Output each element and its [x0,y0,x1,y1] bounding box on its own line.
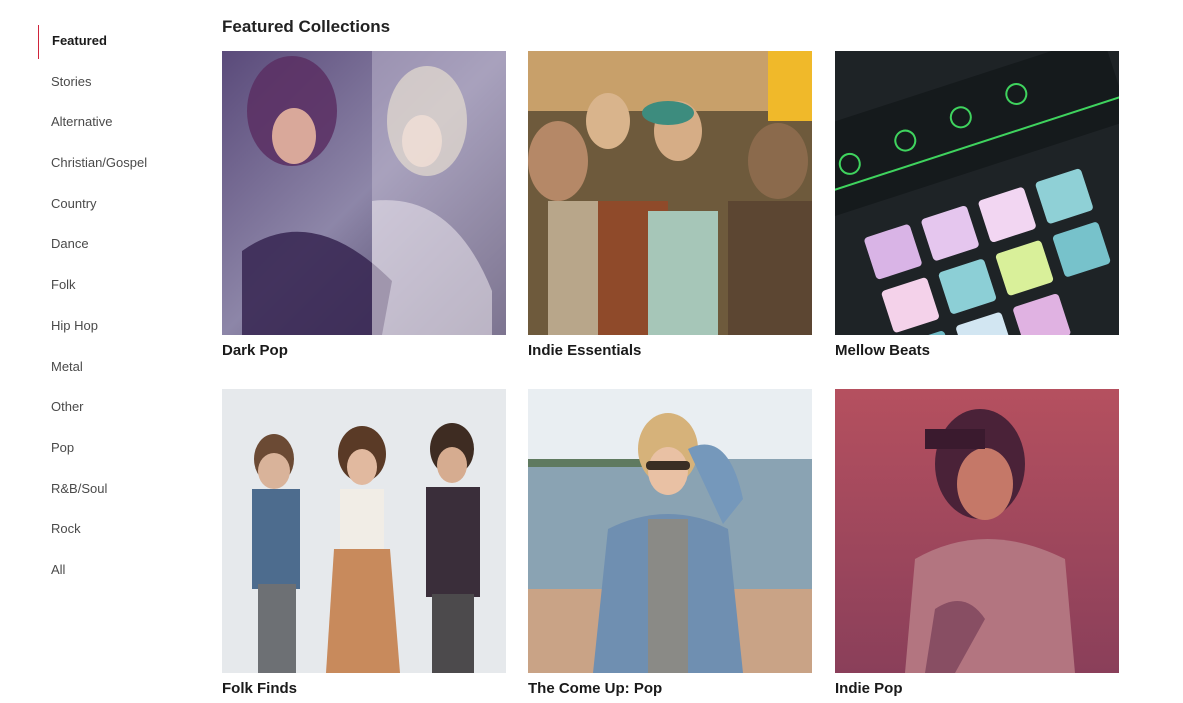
sidebar-item-featured[interactable]: Featured [38,21,198,62]
sidebar-item-all[interactable]: All [38,550,198,591]
sidebar-item-pop[interactable]: Pop [38,428,198,469]
sidebar-item-christian-gospel[interactable]: Christian/Gospel [38,143,198,184]
page: Featured Stories Alternative Christian/G… [0,0,1183,703]
collection-artwork[interactable] [835,389,1119,673]
collection-title[interactable]: Mellow Beats [835,342,1119,359]
sidebar-item-folk[interactable]: Folk [38,265,198,306]
sidebar-item-dance[interactable]: Dance [38,224,198,265]
section-title: Featured Collections [222,17,391,36]
collection-card-indie-essentials[interactable]: Indie Essentials [528,51,812,359]
collection-card-the-come-up-pop[interactable]: The Come Up: Pop [528,389,812,697]
collection-artwork[interactable] [528,389,812,673]
collection-artwork[interactable] [528,51,812,335]
sidebar-item-rock[interactable]: Rock [38,509,198,550]
collection-title[interactable]: The Come Up: Pop [528,680,812,697]
collection-artwork[interactable] [222,51,506,335]
collection-card-mellow-beats[interactable]: Mellow Beats [835,51,1119,359]
collection-title[interactable]: Indie Pop [835,680,1119,697]
collection-title[interactable]: Indie Essentials [528,342,812,359]
sidebar-item-other[interactable]: Other [38,387,198,428]
sidebar-item-metal[interactable]: Metal [38,347,198,388]
collection-card-folk-finds[interactable]: Folk Finds [222,389,506,697]
collection-artwork[interactable] [835,51,1119,335]
collection-card-dark-pop[interactable]: Dark Pop [222,51,506,359]
sidebar-item-country[interactable]: Country [38,184,198,225]
sidebar-item-hip-hop[interactable]: Hip Hop [38,306,198,347]
collection-artwork[interactable] [222,389,506,673]
sidebar-item-rnb-soul[interactable]: R&B/Soul [38,469,198,510]
genre-sidebar: Featured Stories Alternative Christian/G… [38,21,198,591]
collection-title[interactable]: Dark Pop [222,342,506,359]
collection-card-indie-pop[interactable]: Indie Pop [835,389,1119,697]
sidebar-item-stories[interactable]: Stories [38,62,198,103]
collection-title[interactable]: Folk Finds [222,680,506,697]
sidebar-item-alternative[interactable]: Alternative [38,102,198,143]
